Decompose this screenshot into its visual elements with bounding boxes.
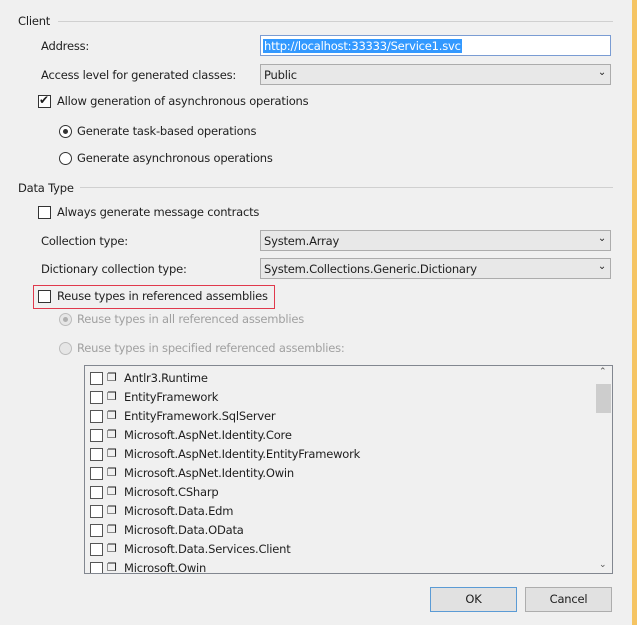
- access-level-value: Public: [264, 68, 297, 82]
- reuse-specified-radio[interactable]: [59, 342, 72, 355]
- scroll-thumb[interactable]: [596, 384, 611, 413]
- access-level-select[interactable]: Public ⌄: [260, 64, 611, 85]
- assembly-icon: ❐: [107, 390, 117, 403]
- reuse-types-label: Reuse types in referenced assemblies: [57, 289, 268, 303]
- async-ops-radio[interactable]: [59, 152, 72, 165]
- assembly-checkbox[interactable]: [90, 562, 103, 573]
- reuse-all-radio[interactable]: [59, 313, 72, 326]
- divider: [58, 21, 613, 22]
- assembly-name: Microsoft.Data.Services.Client: [124, 542, 291, 556]
- address-value: http://localhost:33333/Service1.svc: [263, 39, 462, 53]
- collection-type-label: Collection type:: [41, 234, 128, 248]
- chevron-down-icon: ⌄: [597, 233, 606, 244]
- assembly-checkbox[interactable]: [90, 410, 103, 423]
- assembly-name: Microsoft.Data.Edm: [124, 504, 234, 518]
- collection-type-value: System.Array: [264, 234, 340, 248]
- scrollbar[interactable]: ⌃ ⌄: [595, 366, 612, 573]
- task-based-label: Generate task-based operations: [77, 124, 257, 138]
- assembly-name: Microsoft.AspNet.Identity.Core: [124, 428, 292, 442]
- chevron-down-icon: ⌄: [597, 67, 606, 78]
- cancel-button[interactable]: Cancel: [525, 587, 612, 612]
- assembly-checkbox[interactable]: [90, 467, 103, 480]
- address-label: Address:: [41, 39, 90, 53]
- assembly-checkbox[interactable]: [90, 391, 103, 404]
- async-label: Allow generation of asynchronous operati…: [57, 94, 309, 108]
- window-border: [632, 0, 637, 625]
- assembly-name: EntityFramework.SqlServer: [124, 409, 276, 423]
- assembly-icon: ❐: [107, 447, 117, 460]
- scroll-down-icon[interactable]: ⌄: [599, 560, 607, 570]
- assembly-icon: ❐: [107, 523, 117, 536]
- assembly-name: Microsoft.AspNet.Identity.Owin: [124, 466, 295, 480]
- assembly-checkbox[interactable]: [90, 429, 103, 442]
- assembly-icon: ❐: [107, 428, 117, 441]
- assembly-icon: ❐: [107, 485, 117, 498]
- assembly-icon: ❐: [107, 409, 117, 422]
- async-checkbox[interactable]: [38, 93, 51, 108]
- task-based-radio[interactable]: [59, 125, 72, 138]
- assembly-checkbox[interactable]: [90, 486, 103, 499]
- assembly-icon: ❐: [107, 371, 117, 384]
- message-contracts-label: Always generate message contracts: [57, 205, 260, 219]
- ok-button[interactable]: OK: [430, 587, 517, 612]
- assembly-checkbox[interactable]: [90, 505, 103, 518]
- reuse-all-label: Reuse types in all referenced assemblies: [77, 312, 305, 326]
- assembly-name: Microsoft.Data.OData: [124, 523, 244, 537]
- data-type-heading: Data Type: [18, 181, 74, 195]
- assembly-checkbox[interactable]: [90, 372, 103, 385]
- assembly-name: Antlr3.Runtime: [124, 371, 208, 385]
- client-heading: Client: [18, 14, 51, 28]
- assembly-name: Microsoft.AspNet.Identity.EntityFramewor…: [124, 447, 361, 461]
- divider: [80, 187, 613, 188]
- assembly-icon: ❐: [107, 561, 117, 574]
- dictionary-type-value: System.Collections.Generic.Dictionary: [264, 262, 477, 276]
- assembly-checkbox[interactable]: [90, 448, 103, 461]
- async-ops-label: Generate asynchronous operations: [77, 151, 273, 165]
- assembly-list[interactable]: ⌃ ⌄ ❐ Antlr3.Runtime ❐ EntityFramework ❐ Enti…: [84, 365, 613, 574]
- reuse-specified-label: Reuse types in specified referenced asse…: [77, 341, 345, 355]
- assembly-name: Microsoft.Owin: [124, 561, 207, 574]
- assembly-checkbox[interactable]: [90, 524, 103, 537]
- reuse-types-checkbox[interactable]: [38, 290, 51, 303]
- collection-type-select[interactable]: System.Array ⌄: [260, 230, 611, 251]
- chevron-down-icon: ⌄: [597, 261, 606, 272]
- assembly-name: EntityFramework: [124, 390, 219, 404]
- assembly-icon: ❐: [107, 504, 117, 517]
- dictionary-type-label: Dictionary collection type:: [41, 262, 187, 276]
- assembly-icon: ❐: [107, 542, 117, 555]
- assembly-icon: ❐: [107, 466, 117, 479]
- scroll-up-icon[interactable]: ⌃: [599, 367, 607, 377]
- assembly-name: Microsoft.CSharp: [124, 485, 219, 499]
- address-input[interactable]: http://localhost:33333/Service1.svc: [260, 35, 611, 56]
- access-level-label: Access level for generated classes:: [41, 68, 237, 82]
- message-contracts-checkbox[interactable]: [38, 206, 51, 219]
- dictionary-type-select[interactable]: System.Collections.Generic.Dictionary ⌄: [260, 258, 611, 279]
- assembly-checkbox[interactable]: [90, 543, 103, 556]
